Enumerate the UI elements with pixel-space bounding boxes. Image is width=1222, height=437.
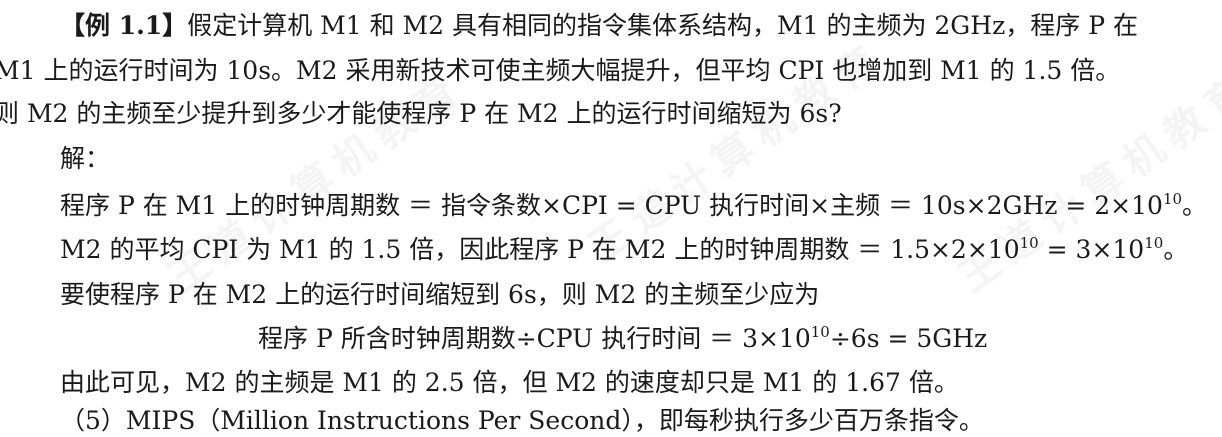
solution-step-1: 程序 P 在 M1 上的时钟周期数 ＝ 指令条数×CPI = CPU 执行时间×… <box>60 190 1207 222</box>
example-text-1: 假定计算机 M1 和 M2 具有相同的指令集体系结构，M1 的主频为 2GHz，… <box>187 11 1138 40</box>
exponent: 10 <box>1019 234 1039 252</box>
solution-heading: 解： <box>60 144 111 173</box>
step-2-text-b: = 3×10 <box>1038 235 1145 264</box>
solution-conclusion: 由此可见，M2 的主频是 M1 的 2.5 倍，但 M2 的速度却只是 M1 的… <box>60 368 959 397</box>
example-line-2: M1 上的运行时间为 10s。M2 采用新技术可使主频大幅提升，但平均 CPI … <box>0 56 1121 85</box>
step-1-text: 程序 P 在 M1 上的时钟周期数 ＝ 指令条数×CPI = CPU 执行时间×… <box>60 191 1163 220</box>
formula-text-b: ÷6s = 5GHz <box>829 324 988 353</box>
exponent: 10 <box>1144 234 1164 252</box>
example-line-3: 则 M2 的主频至少提升到多少才能使程序 P 在 M2 上的运行时间缩短为 6s… <box>0 99 842 128</box>
exponent: 10 <box>1162 190 1183 208</box>
step-2-text: M2 的平均 CPI 为 M1 的 1.5 倍，因此程序 P 在 M2 上的时钟… <box>60 235 1020 264</box>
formula-text: 程序 P 所含时钟周期数÷CPU 执行时间 ＝ 3×10 <box>258 324 811 353</box>
example-label: 【例 1.1】 <box>60 11 188 40</box>
document-page: 【例 1.1】假定计算机 M1 和 M2 具有相同的指令集体系结构，M1 的主频… <box>0 0 1222 435</box>
example-line-1: 【例 1.1】假定计算机 M1 和 M2 具有相同的指令集体系结构，M1 的主频… <box>60 10 1138 42</box>
next-section-heading: （5）MIPS（Million Instructions Per Second）… <box>60 406 984 435</box>
solution-step-3: 要使程序 P 在 M2 上的运行时间缩短到 6s，则 M2 的主频至少应为 <box>60 280 820 309</box>
step-1-end: 。 <box>1182 191 1208 220</box>
step-2-end: 。 <box>1163 235 1189 264</box>
solution-formula: 程序 P 所含时钟周期数÷CPU 执行时间 ＝ 3×1010÷6s = 5GHz <box>258 323 987 355</box>
exponent: 10 <box>810 323 830 341</box>
solution-step-2: M2 的平均 CPI 为 M1 的 1.5 倍，因此程序 P 在 M2 上的时钟… <box>60 234 1188 266</box>
